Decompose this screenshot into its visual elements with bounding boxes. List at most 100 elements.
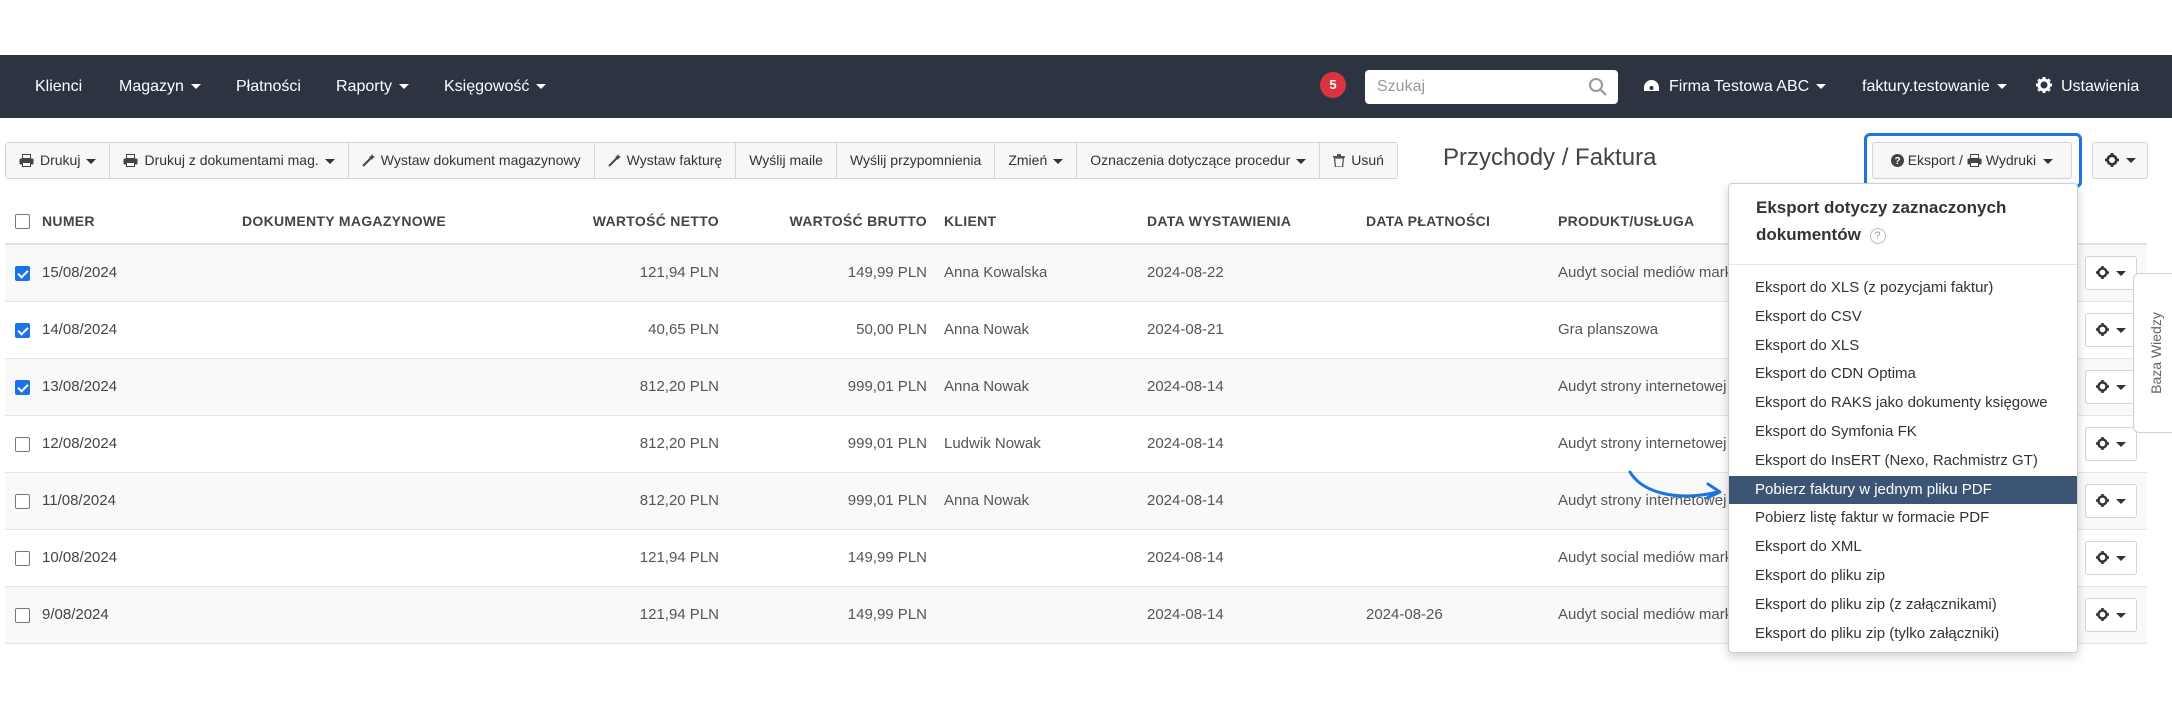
- cell-numer[interactable]: 9/08/2024: [42, 587, 109, 643]
- toolbar-button-4[interactable]: Wyślij maile: [736, 143, 837, 178]
- caret-down-icon: [2116, 328, 2126, 334]
- row-actions-button[interactable]: [2085, 541, 2137, 575]
- caret-down-icon: [324, 158, 335, 164]
- toolbar-button-7[interactable]: Oznaczenia dotyczące procedur: [1077, 143, 1321, 178]
- dropdown-item[interactable]: Eksport do RAKS jako dokumenty księgowe: [1729, 389, 2077, 418]
- top-navbar: Klienci Magazyn Płatności Raporty Księgo…: [0, 55, 2172, 118]
- dropdown-item[interactable]: Eksport do XLS: [1729, 332, 2077, 361]
- cell-brutto: 50,00 PLN: [856, 321, 927, 338]
- cell-klient[interactable]: Anna Nowak: [944, 302, 1029, 358]
- row-actions-button[interactable]: [2085, 313, 2137, 347]
- account-menu[interactable]: faktury.testowanie: [1862, 55, 2007, 118]
- cell-klient[interactable]: Anna Nowak: [944, 359, 1029, 415]
- export-prints-button[interactable]: ? Eksport / Wydruki: [1872, 142, 2072, 179]
- search-icon[interactable]: [1588, 77, 1608, 97]
- row-checkbox[interactable]: [15, 380, 30, 395]
- nav-platnosci[interactable]: Płatności: [236, 55, 301, 118]
- nav-magazyn[interactable]: Magazyn: [119, 55, 201, 118]
- nav-ksiegowosc[interactable]: Księgowość: [444, 55, 547, 118]
- dropdown-item[interactable]: Eksport do CDN Optima: [1729, 360, 2077, 389]
- search-box: [1365, 70, 1618, 104]
- cell-netto: 121,94 PLN: [639, 606, 719, 623]
- search-input[interactable]: [1365, 70, 1575, 104]
- export-label: Eksport /: [1907, 152, 1963, 168]
- cell-data-wystawienia: 2024-08-21: [1147, 321, 1224, 338]
- settings-menu[interactable]: Ustawienia: [2036, 55, 2139, 118]
- row-checkbox[interactable]: [15, 437, 30, 452]
- cell-klient[interactable]: Ludwik Nowak: [944, 416, 1041, 472]
- toolbar-button-6[interactable]: Zmień: [995, 143, 1078, 178]
- col-produkt[interactable]: PRODUKT/USŁUGA: [1558, 199, 1694, 243]
- select-all-checkbox[interactable]: [15, 214, 30, 229]
- row-actions-button[interactable]: [2085, 598, 2137, 632]
- row-actions-button[interactable]: [2085, 427, 2137, 461]
- cell-netto: 812,20 PLN: [639, 492, 719, 509]
- toolbar-button-2[interactable]: Wystaw dokument magazynowy: [348, 143, 595, 178]
- row-checkbox[interactable]: [15, 608, 30, 623]
- dropdown-item[interactable]: Pobierz faktury w jednym pliku PDF: [1729, 475, 2077, 505]
- cell-klient[interactable]: Anna Kowalska: [944, 245, 1047, 301]
- toolbar-button-5[interactable]: Wyślij przypomnienia: [836, 143, 996, 178]
- row-checkbox[interactable]: [15, 551, 30, 566]
- row-checkbox[interactable]: [15, 323, 30, 338]
- help-icon[interactable]: ?: [1869, 227, 1886, 244]
- divider: [1729, 264, 2077, 265]
- dropdown-item[interactable]: Eksport do InsERT (Nexo, Rachmistrz GT): [1729, 447, 2077, 476]
- toolbar-button-8[interactable]: Usuń: [1320, 143, 1397, 178]
- toolbar-button-label: Wystaw fakturę: [626, 152, 723, 168]
- row-checkbox[interactable]: [15, 266, 30, 281]
- toolbar-button-1[interactable]: Drukuj z dokumentami mag.: [110, 143, 349, 178]
- cell-numer[interactable]: 13/08/2024: [42, 359, 117, 415]
- export-dropdown-menu: Eksport dotyczy zaznaczonych dokumentów …: [1728, 183, 2078, 653]
- col-netto[interactable]: WARTOŚĆ NETTO: [505, 199, 719, 243]
- cell-numer[interactable]: 10/08/2024: [42, 530, 117, 586]
- nav-klienci[interactable]: Klienci: [35, 55, 82, 118]
- caret-down-icon: [1053, 158, 1064, 164]
- dropdown-item[interactable]: Eksport do XLS (z pozycjami faktur): [1729, 274, 2077, 303]
- prints-label: Wydruki: [1985, 152, 2037, 168]
- caret-down-icon: [2116, 385, 2126, 391]
- cell-numer[interactable]: 11/08/2024: [42, 473, 116, 529]
- gear-icon: [2096, 266, 2109, 280]
- dropdown-item[interactable]: Pobierz listę faktur w formacie PDF: [1729, 504, 2077, 533]
- row-checkbox[interactable]: [15, 494, 30, 509]
- col-brutto[interactable]: WARTOŚĆ BRUTTO: [705, 199, 927, 243]
- cell-numer[interactable]: 12/08/2024: [42, 416, 117, 472]
- row-actions-button[interactable]: [2085, 484, 2137, 518]
- caret-down-icon: [1296, 158, 1307, 164]
- settings-gear-button[interactable]: [2092, 142, 2148, 179]
- cell-numer[interactable]: 14/08/2024: [42, 302, 117, 358]
- question-circle-icon: ?: [1890, 153, 1904, 167]
- dropdown-item[interactable]: Eksport do pliku zip (tylko załączniki): [1729, 620, 2077, 649]
- col-klient[interactable]: KLIENT: [944, 199, 996, 243]
- row-actions-button[interactable]: [2085, 256, 2137, 290]
- col-data-wystawienia[interactable]: DATA WYSTAWIENIA: [1147, 199, 1291, 243]
- notification-badge[interactable]: 5: [1320, 72, 1346, 98]
- col-data-platnosci[interactable]: DATA PŁATNOŚCI: [1366, 199, 1490, 243]
- gear-icon: [2096, 494, 2109, 508]
- toolbar-button-3[interactable]: Wystaw fakturę: [594, 143, 737, 178]
- nav-raporty[interactable]: Raporty: [336, 55, 410, 118]
- caret-down-icon: [2116, 499, 2126, 505]
- row-actions-button[interactable]: [2085, 370, 2137, 404]
- dropdown-item[interactable]: Eksport do Symfonia FK: [1729, 418, 2077, 447]
- gear-icon: [2096, 380, 2109, 394]
- toolbar-button-0[interactable]: Drukuj: [6, 143, 111, 178]
- dropdown-item[interactable]: Eksport do CSV: [1729, 303, 2077, 332]
- col-dokumenty[interactable]: DOKUMENTY MAGAZYNOWE: [242, 199, 446, 243]
- dropdown-item[interactable]: Eksport do pliku zip (z załącznikami): [1729, 591, 2077, 620]
- cell-netto: 812,20 PLN: [639, 378, 719, 395]
- company-menu[interactable]: Firma Testowa ABC: [1643, 55, 1827, 118]
- cell-brutto: 999,01 PLN: [847, 378, 927, 395]
- caret-down-icon: [536, 84, 547, 90]
- cell-klient[interactable]: Anna Nowak: [944, 473, 1029, 529]
- knowledge-base-tab[interactable]: Baza Wiedzy: [2133, 273, 2172, 433]
- col-numer[interactable]: NUMER: [42, 199, 95, 243]
- dropdown-item[interactable]: Eksport do pliku zip: [1729, 562, 2077, 591]
- cell-numer[interactable]: 15/08/2024: [42, 245, 117, 301]
- cell-produkt: Audyt social mediów marketing: [1558, 606, 1728, 623]
- trash-icon: [1333, 153, 1346, 168]
- dropdown-item[interactable]: Eksport do XML: [1729, 533, 2077, 562]
- gear-icon: [2096, 551, 2109, 565]
- cell-data-wystawienia: 2024-08-14: [1147, 435, 1224, 452]
